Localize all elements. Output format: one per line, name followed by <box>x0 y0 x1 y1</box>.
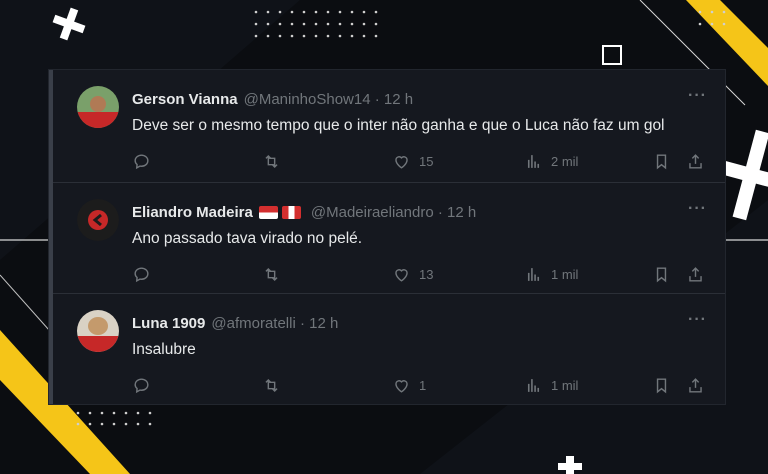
reply-icon <box>134 154 149 170</box>
avatar[interactable] <box>77 310 119 352</box>
share-button[interactable] <box>686 152 705 171</box>
views-chart-icon <box>527 155 540 168</box>
handle[interactable]: @Madeiraeliandro <box>311 204 434 221</box>
share-icon <box>689 378 702 393</box>
bookmark-button[interactable] <box>652 152 671 171</box>
reply-icon <box>134 267 149 283</box>
bookmark-button[interactable] <box>652 265 671 284</box>
action-bar: 1 1 mil <box>132 376 707 396</box>
heart-icon <box>395 156 408 169</box>
avatar[interactable] <box>77 199 119 241</box>
replies-panel: Gerson Vianna @ManinhoShow14 · 12 h ··· D… <box>49 70 725 404</box>
retweet-icon <box>265 154 278 169</box>
tweet-text: Ano passado tava virado no pelé. <box>132 230 363 247</box>
view-count: 2 mil <box>551 154 579 169</box>
views-chart-icon <box>527 268 540 281</box>
flag-peru-icon <box>281 206 301 219</box>
retweet-button[interactable] <box>262 152 281 171</box>
more-options-icon[interactable]: ··· <box>688 200 707 218</box>
views-button[interactable]: 1 mil <box>524 265 578 284</box>
like-count: 1 <box>419 378 427 393</box>
retweet-icon <box>265 267 278 282</box>
tweet-text: Insalubre <box>132 341 196 358</box>
tweet-3[interactable]: Luna 1909 @afmoratelli · 12 h ··· Insalub… <box>53 293 725 404</box>
share-icon <box>689 154 702 169</box>
tweet-header: Luna 1909 @afmoratelli · 12 h <box>132 315 338 332</box>
views-button[interactable]: 2 mil <box>524 152 578 171</box>
like-button[interactable]: 13 <box>392 265 433 284</box>
like-button[interactable]: 1 <box>392 376 426 395</box>
share-icon <box>689 267 702 282</box>
display-name[interactable]: Eliandro Madeira <box>132 204 253 221</box>
action-bar: 15 2 mil <box>132 152 707 172</box>
flag-red-white-icon <box>258 206 278 219</box>
share-button[interactable] <box>686 265 705 284</box>
bookmark-button[interactable] <box>652 376 671 395</box>
share-button[interactable] <box>686 376 705 395</box>
action-bar: 13 1 mil <box>132 265 707 285</box>
timestamp[interactable]: · 12 h <box>375 91 413 108</box>
bookmark-icon <box>656 267 667 283</box>
reply-button[interactable] <box>132 152 151 171</box>
retweet-icon <box>265 378 278 393</box>
more-options-icon[interactable]: ··· <box>688 311 707 329</box>
like-count: 13 <box>419 267 434 282</box>
view-count: 1 mil <box>551 267 579 282</box>
like-button[interactable]: 15 <box>392 152 433 171</box>
timestamp[interactable]: · 12 h <box>300 315 338 332</box>
views-button[interactable]: 1 mil <box>524 376 578 395</box>
reply-button[interactable] <box>132 265 151 284</box>
tweet-header: Gerson Vianna @ManinhoShow14 · 12 h <box>132 91 413 108</box>
heart-icon <box>395 269 408 282</box>
like-count: 15 <box>419 154 434 169</box>
flag-emojis <box>258 206 305 223</box>
tweet-text: Deve ser o mesmo tempo que o inter não g… <box>132 117 665 134</box>
retweet-button[interactable] <box>262 265 281 284</box>
tweet-2[interactable]: Eliandro Madeira @Madeiraeliandro · 12 h … <box>53 182 725 293</box>
view-count: 1 mil <box>551 378 579 393</box>
reply-icon <box>134 378 149 394</box>
reply-button[interactable] <box>132 376 151 395</box>
display-name[interactable]: Gerson Vianna <box>132 91 238 108</box>
timestamp[interactable]: · 12 h <box>438 204 476 221</box>
retweet-button[interactable] <box>262 376 281 395</box>
heart-icon <box>395 380 408 393</box>
handle[interactable]: @ManinhoShow14 <box>244 91 371 108</box>
tweet-1[interactable]: Gerson Vianna @ManinhoShow14 · 12 h ··· D… <box>53 70 725 180</box>
views-chart-icon <box>527 379 540 392</box>
bookmark-icon <box>656 378 667 394</box>
avatar[interactable] <box>77 86 119 128</box>
tweet-header: Eliandro Madeira @Madeiraeliandro · 12 h <box>132 204 476 223</box>
bookmark-icon <box>656 154 667 170</box>
more-options-icon[interactable]: ··· <box>688 87 707 105</box>
handle[interactable]: @afmoratelli <box>211 315 295 332</box>
display-name[interactable]: Luna 1909 <box>132 315 205 332</box>
